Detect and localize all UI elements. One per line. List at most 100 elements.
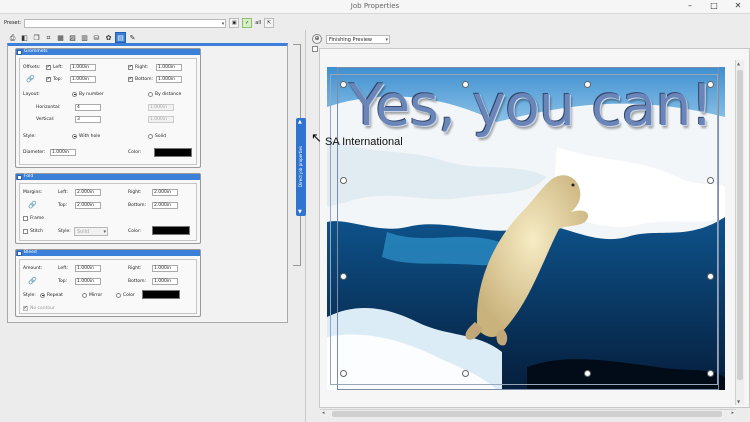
- preset-combo[interactable]: ▾: [24, 18, 227, 28]
- grommets-header[interactable]: Grommets: [16, 49, 200, 55]
- horizontal-scrollbar[interactable]: ◂ ▸: [320, 409, 736, 418]
- fold-top-input[interactable]: 2.000in: [75, 201, 101, 209]
- maximize-button[interactable]: □: [708, 1, 720, 10]
- grommet-handle[interactable]: [462, 370, 469, 377]
- bleed-box: [330, 74, 718, 385]
- horizontal-distance-input[interactable]: 1.000in: [148, 103, 174, 111]
- finishing-icon[interactable]: ✎: [127, 32, 138, 43]
- grommets-panel: Grommets Offsets: Left: 1.000in Right: 1…: [15, 48, 201, 168]
- fold-color-swatch[interactable]: [152, 225, 190, 235]
- grommet-handle[interactable]: [584, 370, 591, 377]
- grommets-toggle[interactable]: [17, 49, 22, 55]
- vertical-count-input[interactable]: 3: [75, 115, 101, 123]
- by-distance-radio[interactable]: [148, 91, 153, 97]
- bleed-color-swatch[interactable]: [142, 289, 180, 299]
- left-offset-input[interactable]: 1.000in: [70, 63, 96, 71]
- margins-label: Margins:: [23, 189, 43, 195]
- tile-icon[interactable]: ▤: [115, 32, 126, 43]
- grommets-title: Grommets: [24, 49, 48, 54]
- layers-icon[interactable]: ◧: [19, 32, 30, 43]
- fold-left-input[interactable]: 2.000in: [75, 188, 101, 196]
- pane-divider[interactable]: [305, 30, 306, 422]
- apply-preset-button[interactable]: ✓: [242, 18, 253, 28]
- bleed-left-input[interactable]: 1.000in: [75, 264, 101, 272]
- scroll-left-icon[interactable]: ◂: [322, 410, 325, 416]
- left-offset-row: Left:: [46, 63, 63, 71]
- grommet-handle[interactable]: [707, 370, 714, 377]
- minimize-button[interactable]: –: [684, 1, 696, 10]
- zoom-icon[interactable]: ⊕: [312, 34, 322, 44]
- frame-checkbox[interactable]: [23, 215, 28, 221]
- cursor-icon: ↖: [311, 131, 322, 146]
- preview-mode-value: Finishing Preview: [329, 36, 373, 43]
- vertical-scrollbar[interactable]: ▲ ▼: [735, 60, 744, 405]
- scroll-right-icon[interactable]: ▸: [731, 410, 734, 416]
- stitch-checkbox[interactable]: [23, 228, 28, 234]
- bleed-header[interactable]: Bleed: [16, 250, 200, 256]
- grommet-handle[interactable]: [340, 81, 347, 88]
- grommet-handle[interactable]: [707, 81, 714, 88]
- top-offset-input[interactable]: 1.000in: [70, 75, 96, 83]
- grommet-handle[interactable]: [340, 177, 347, 184]
- export-preset-button[interactable]: ⇱: [264, 18, 275, 28]
- color-icon[interactable]: ✿: [103, 32, 114, 43]
- with-hole-radio[interactable]: [72, 133, 77, 139]
- print-icon[interactable]: ⎙: [7, 32, 18, 43]
- fold-toggle[interactable]: [17, 174, 22, 180]
- grommet-handle[interactable]: [340, 273, 347, 280]
- fold-bottom-label: Bottom:: [128, 202, 147, 208]
- close-button[interactable]: ✕: [732, 1, 744, 10]
- horizontal-count-input[interactable]: 4: [75, 103, 101, 111]
- color-radio[interactable]: [116, 292, 121, 298]
- grommet-color-swatch[interactable]: [154, 147, 192, 157]
- grid-icon[interactable]: ▦: [55, 32, 66, 43]
- bleed-link-icon[interactable]: 🔗: [28, 277, 37, 285]
- copy-icon[interactable]: ❐: [31, 32, 42, 43]
- grommet-handle[interactable]: [707, 273, 714, 280]
- link-icon[interactable]: 🔗: [26, 75, 35, 83]
- horizontal-scroll-thumb[interactable]: [332, 411, 722, 417]
- fold-header[interactable]: Fold: [16, 174, 200, 180]
- grommet-handle[interactable]: [340, 370, 347, 377]
- left-offset-checkbox[interactable]: [46, 64, 51, 70]
- bleed-left-label: Left:: [58, 265, 68, 271]
- fold-bottom-input[interactable]: 2.000in: [152, 201, 178, 209]
- chevron-down-icon: ▾: [103, 228, 106, 235]
- solid-radio[interactable]: [148, 133, 153, 139]
- direct-job-properties-tab[interactable]: ▲ Direct job properties ▼: [296, 118, 306, 216]
- bleed-top-input[interactable]: 1.000in: [75, 277, 101, 285]
- fold-right-input[interactable]: 2.000in: [152, 188, 178, 196]
- bleed-bottom-input[interactable]: 1.000in: [152, 277, 178, 285]
- bleed-toggle[interactable]: [17, 250, 22, 256]
- fold-link-icon[interactable]: 🔗: [28, 201, 37, 209]
- bottom-offset-input[interactable]: 1.000in: [156, 75, 182, 83]
- repeat-label: Repeat: [47, 292, 63, 298]
- crop-icon[interactable]: ⌗: [43, 32, 54, 43]
- stitch-style-select[interactable]: Solid ▾: [74, 226, 108, 236]
- vertical-distance-input[interactable]: 1.000in: [148, 115, 174, 123]
- grommet-handle[interactable]: [584, 81, 591, 88]
- title-bar: Job Properties – □ ✕: [0, 0, 750, 14]
- bleed-right-input[interactable]: 1.000in: [152, 264, 178, 272]
- mirror-radio[interactable]: [82, 292, 87, 298]
- grommet-handle[interactable]: [707, 177, 714, 184]
- grommet-color-label: Color:: [128, 149, 142, 155]
- scroll-down-icon[interactable]: ▼: [737, 399, 740, 404]
- bucket-icon[interactable]: ⛁: [91, 32, 102, 43]
- bottom-offset-checkbox[interactable]: [128, 76, 133, 82]
- right-offset-checkbox[interactable]: [128, 64, 133, 70]
- by-number-radio[interactable]: [72, 91, 77, 97]
- preview-mode-select[interactable]: Finishing Preview ▾: [326, 34, 390, 44]
- top-offset-checkbox[interactable]: [46, 76, 51, 82]
- save-preset-button[interactable]: ▣: [229, 18, 240, 28]
- no-contour-checkbox[interactable]: [23, 305, 28, 311]
- scroll-up-icon[interactable]: ▲: [737, 61, 740, 66]
- vertical-scroll-thumb[interactable]: [737, 70, 743, 380]
- panel-icon[interactable]: ▥: [79, 32, 90, 43]
- diameter-input[interactable]: 1.000in: [50, 148, 76, 156]
- image-icon[interactable]: ▨: [67, 32, 78, 43]
- repeat-radio[interactable]: [40, 292, 45, 298]
- grommet-handle[interactable]: [462, 81, 469, 88]
- fit-icon[interactable]: [312, 46, 318, 52]
- right-offset-input[interactable]: 1.000in: [156, 63, 182, 71]
